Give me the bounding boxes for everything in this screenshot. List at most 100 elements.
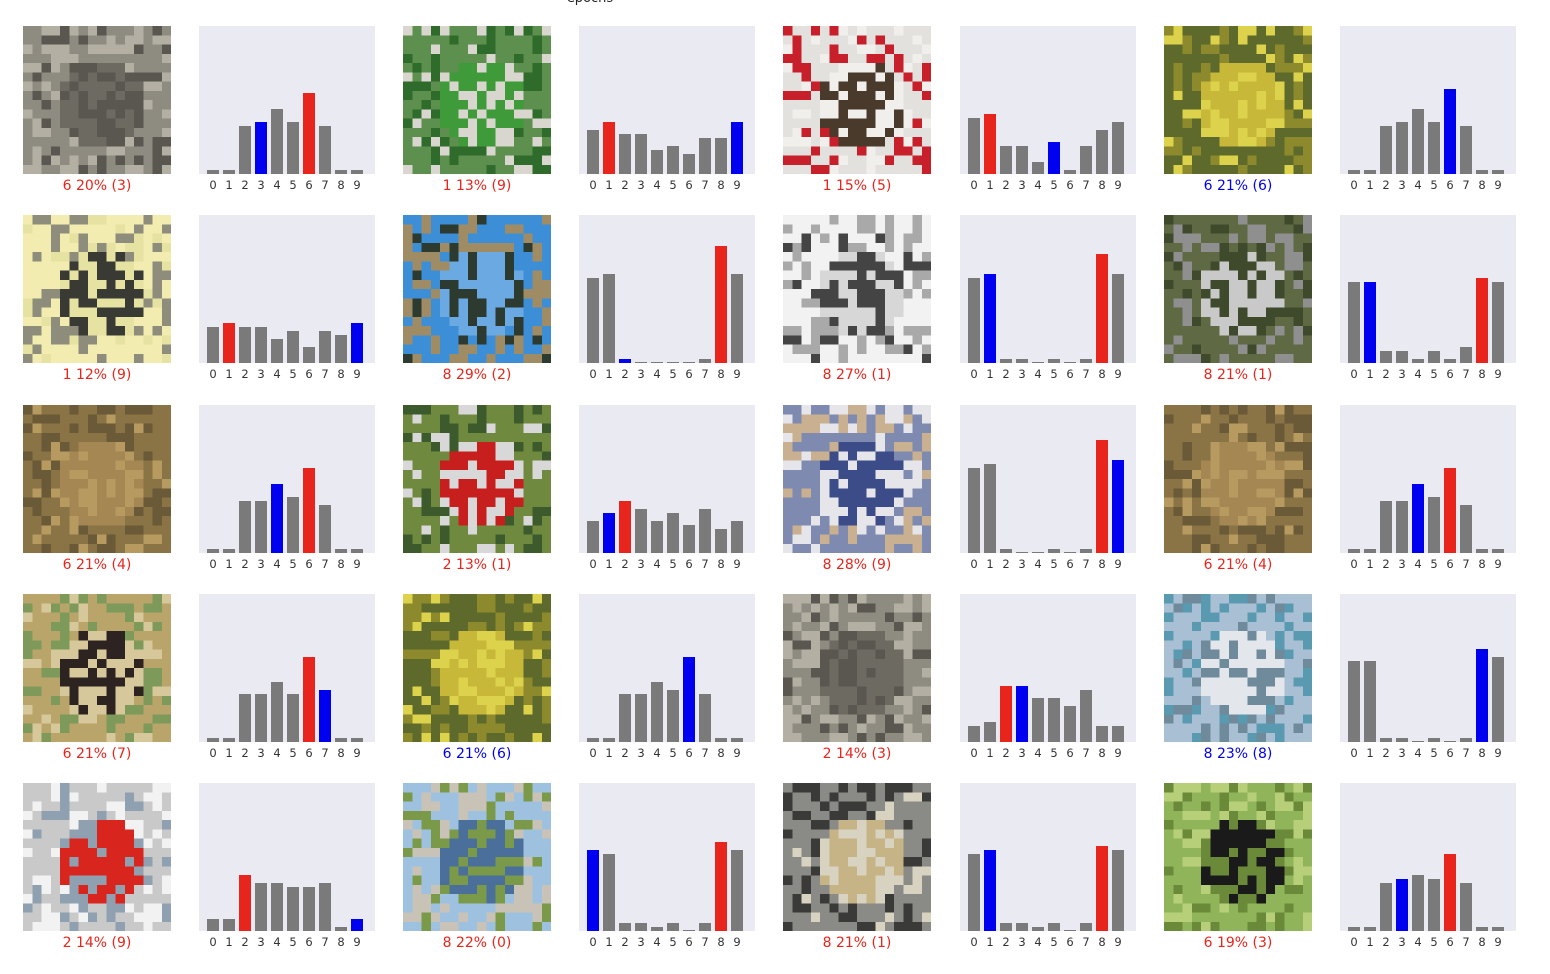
probability-bar-9 <box>1112 122 1124 174</box>
x-tick-labels: 0123456789 <box>579 178 755 194</box>
probability-bar-0 <box>968 118 980 174</box>
probability-bar-4 <box>1032 552 1044 553</box>
x-tick-label: 1 <box>986 367 994 381</box>
probability-bar-5 <box>1428 497 1440 553</box>
probability-bar-1 <box>603 274 615 363</box>
x-tick-label: 4 <box>1034 367 1042 381</box>
x-tick-label: 3 <box>1018 935 1026 949</box>
probability-chart: 0123456789 <box>579 405 755 571</box>
x-tick-label: 7 <box>1082 367 1090 381</box>
probability-bar-9 <box>731 521 743 553</box>
x-tick-label: 8 <box>1098 178 1106 192</box>
probability-bar-3 <box>1016 552 1028 553</box>
x-tick-label: 3 <box>257 178 265 192</box>
sample-image <box>783 405 931 553</box>
probability-bar-0 <box>587 738 599 742</box>
x-tick-label: 9 <box>733 746 741 760</box>
probability-bar-6 <box>1064 552 1076 553</box>
x-tick-label: 9 <box>1494 367 1502 381</box>
probability-bar-1 <box>1364 549 1376 553</box>
x-tick-label: 2 <box>621 557 629 571</box>
x-tick-label: 3 <box>257 367 265 381</box>
x-tick-label: 1 <box>1366 557 1374 571</box>
x-tick-label: 5 <box>1430 178 1438 192</box>
sample-image <box>783 215 931 363</box>
x-tick-label: 9 <box>1114 557 1122 571</box>
probability-bar-6 <box>1064 930 1076 931</box>
probability-bar-9 <box>1112 726 1124 742</box>
probability-bar-2 <box>1380 738 1392 742</box>
x-tick-label: 4 <box>1414 746 1422 760</box>
probability-bar-3 <box>1016 686 1028 742</box>
probability-bar-8 <box>1476 278 1488 363</box>
x-tick-label: 5 <box>1430 557 1438 571</box>
x-tick-label: 2 <box>621 367 629 381</box>
x-tick-label: 4 <box>1414 557 1422 571</box>
x-tick-label: 1 <box>1366 935 1374 949</box>
probability-bar-5 <box>1428 738 1440 742</box>
x-tick-labels: 0123456789 <box>199 557 375 573</box>
x-tick-label: 1 <box>225 367 233 381</box>
x-tick-label: 5 <box>669 367 677 381</box>
probability-bar-9 <box>351 323 363 363</box>
x-tick-label: 8 <box>1478 367 1486 381</box>
probability-bar-9 <box>731 738 743 742</box>
x-tick-label: 6 <box>685 367 693 381</box>
sample-image <box>403 405 551 553</box>
x-tick-label: 0 <box>1350 178 1358 192</box>
x-tick-label: 3 <box>257 746 265 760</box>
probability-bar-0 <box>587 850 599 931</box>
probability-bar-7 <box>699 694 711 742</box>
probability-bar-2 <box>1380 883 1392 931</box>
x-tick-labels: 0123456789 <box>579 367 755 383</box>
x-tick-label: 9 <box>733 178 741 192</box>
x-tick-label: 4 <box>1034 746 1042 760</box>
probability-bar-9 <box>351 170 363 174</box>
prediction-caption: 8 21% (1) <box>1203 367 1273 383</box>
probability-bar-7 <box>1080 359 1092 363</box>
probability-bar-8 <box>335 549 347 553</box>
x-tick-label: 7 <box>701 935 709 949</box>
x-tick-label: 0 <box>1350 935 1358 949</box>
probability-bar-9 <box>1492 170 1504 174</box>
probability-bar-0 <box>1348 170 1360 174</box>
probability-bar-2 <box>619 134 631 174</box>
probability-bar-6 <box>1064 170 1076 174</box>
probability-bar-7 <box>699 359 711 363</box>
sample-image <box>1164 594 1312 742</box>
x-tick-label: 2 <box>241 367 249 381</box>
probability-chart: 0123456789 <box>1340 405 1516 571</box>
probability-bar-1 <box>1364 170 1376 174</box>
x-tick-label: 1 <box>605 557 613 571</box>
probability-bar-5 <box>1048 142 1060 174</box>
x-tick-labels: 0123456789 <box>1340 367 1516 383</box>
x-tick-label: 8 <box>717 178 725 192</box>
x-tick-label: 5 <box>289 367 297 381</box>
probability-bar-3 <box>1396 879 1408 931</box>
x-tick-label: 3 <box>637 367 645 381</box>
x-tick-label: 8 <box>1098 935 1106 949</box>
x-tick-label: 2 <box>1382 557 1390 571</box>
x-tick-labels: 0123456789 <box>579 746 755 762</box>
x-tick-label: 3 <box>1398 746 1406 760</box>
x-tick-label: 8 <box>717 367 725 381</box>
x-tick-label: 9 <box>353 557 361 571</box>
prediction-caption: 2 13% (1) <box>442 557 512 573</box>
x-tick-label: 1 <box>1366 746 1374 760</box>
x-tick-label: 3 <box>637 178 645 192</box>
x-tick-labels: 0123456789 <box>1340 746 1516 762</box>
sample-image <box>1164 405 1312 553</box>
x-tick-label: 0 <box>970 746 978 760</box>
probability-bar-5 <box>667 923 679 931</box>
x-tick-label: 0 <box>589 178 597 192</box>
x-tick-label: 1 <box>225 557 233 571</box>
x-tick-label: 5 <box>669 557 677 571</box>
probability-chart: 0123456789 <box>960 26 1136 192</box>
x-tick-label: 6 <box>1446 935 1454 949</box>
probability-chart: 0123456789 <box>1340 215 1516 381</box>
prediction-caption: 6 21% (4) <box>1203 557 1273 573</box>
probability-bar-3 <box>1396 738 1408 742</box>
probability-bar-5 <box>667 513 679 553</box>
probability-bar-8 <box>1096 440 1108 553</box>
x-tick-label: 8 <box>337 557 345 571</box>
